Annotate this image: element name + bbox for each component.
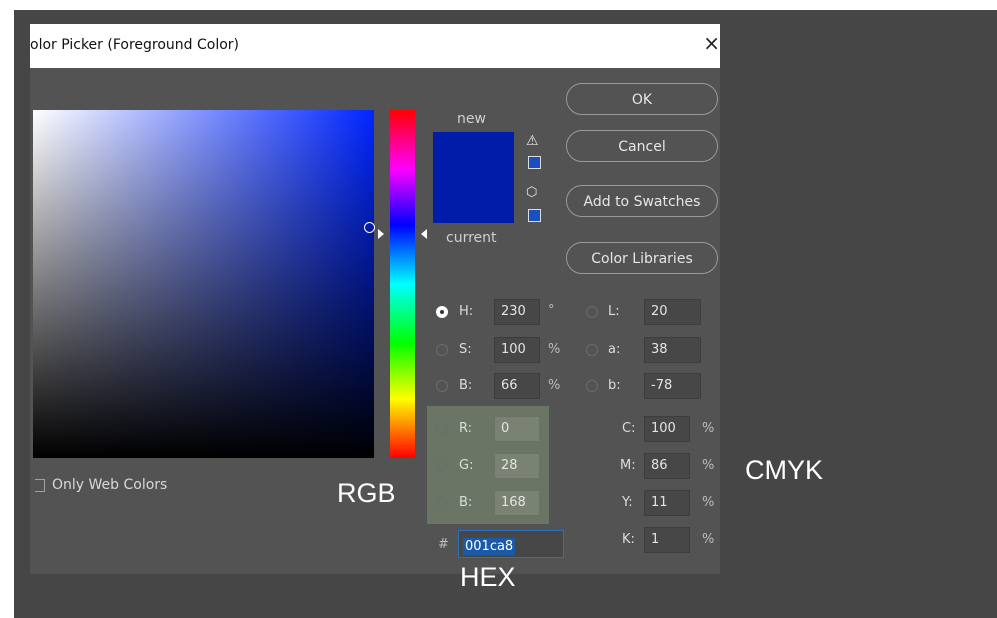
color-libraries-button[interactable]: Color Libraries [566, 242, 718, 274]
black-label: K: [622, 532, 635, 547]
warning-triangle-icon[interactable]: ⚠ [526, 133, 539, 149]
hex-value: 001ca8 [463, 538, 516, 555]
hue-slider-left-arrow-icon[interactable] [378, 229, 384, 239]
blue-input[interactable]: 168 [494, 490, 540, 516]
yellow-unit: % [702, 495, 715, 510]
red-radio[interactable] [436, 423, 448, 435]
black-unit: % [702, 532, 715, 547]
hue-unit: ° [548, 303, 555, 318]
brightness-input[interactable]: 66 [494, 373, 540, 399]
cmyk-annotation: CMYK [745, 455, 824, 485]
red-input[interactable]: 0 [494, 416, 540, 442]
cyan-unit: % [702, 421, 715, 436]
b-channel-label: b: [608, 378, 621, 393]
cancel-button[interactable]: Cancel [566, 130, 718, 162]
hue-label: H: [459, 304, 474, 319]
a-channel-input[interactable]: 38 [644, 337, 701, 363]
lightness-label: L: [608, 304, 620, 319]
current-color-swatch[interactable] [433, 178, 514, 223]
add-to-swatches-button[interactable]: Add to Swatches [566, 185, 718, 217]
b-channel-input[interactable]: -78 [644, 373, 701, 399]
hex-prefix: # [438, 537, 449, 552]
brightness-label: B: [459, 378, 473, 393]
green-input[interactable]: 28 [494, 453, 540, 479]
yellow-label: Y: [622, 495, 633, 510]
new-color-swatch [433, 132, 514, 178]
saturation-input[interactable]: 100 [494, 337, 540, 363]
hue-input[interactable]: 230 [494, 299, 540, 325]
b-channel-radio[interactable] [586, 380, 598, 392]
dialog-title: olor Picker (Foreground Color) [30, 37, 240, 53]
hue-slider[interactable] [390, 110, 415, 458]
gamut-warning-swatch[interactable] [528, 156, 541, 169]
ok-button[interactable]: OK [566, 83, 718, 115]
red-label: R: [459, 421, 473, 436]
new-label: new [457, 111, 486, 127]
lightness-input[interactable]: 20 [644, 299, 701, 325]
close-icon[interactable]: × [703, 33, 720, 53]
web-safe-swatch[interactable] [528, 209, 541, 222]
magenta-input[interactable]: 86 [644, 453, 690, 479]
black-input[interactable]: 1 [644, 527, 690, 553]
hex-input[interactable]: 001ca8 [458, 530, 564, 558]
title-bar: olor Picker (Foreground Color) × [30, 24, 720, 68]
hue-radio[interactable] [436, 306, 448, 318]
lightness-radio[interactable] [586, 306, 598, 318]
saturation-radio[interactable] [436, 344, 448, 356]
blue-label: B: [459, 495, 473, 510]
blue-radio[interactable] [436, 497, 448, 509]
saturation-unit: % [548, 342, 561, 357]
brightness-unit: % [548, 378, 561, 393]
a-channel-radio[interactable] [586, 344, 598, 356]
saturation-label: S: [459, 342, 472, 357]
yellow-input[interactable]: 11 [644, 490, 690, 516]
hue-slider-right-arrow-icon[interactable] [421, 229, 427, 239]
a-channel-label: a: [608, 342, 621, 357]
green-label: G: [459, 458, 474, 473]
color-field[interactable] [33, 110, 374, 458]
magenta-unit: % [702, 458, 715, 473]
cube-icon[interactable]: ⬡ [526, 185, 537, 200]
brightness-radio[interactable] [436, 380, 448, 392]
current-label: current [446, 230, 497, 246]
cyan-label: C: [622, 421, 636, 436]
color-field-marker[interactable] [364, 222, 375, 233]
cyan-input[interactable]: 100 [644, 416, 690, 442]
only-web-colors-label: Only Web Colors [52, 477, 168, 493]
green-radio[interactable] [436, 460, 448, 472]
rgb-annotation: RGB [337, 478, 396, 508]
magenta-label: M: [620, 458, 636, 473]
only-web-colors-checkbox[interactable] [35, 479, 45, 492]
hex-annotation: HEX [460, 562, 516, 592]
